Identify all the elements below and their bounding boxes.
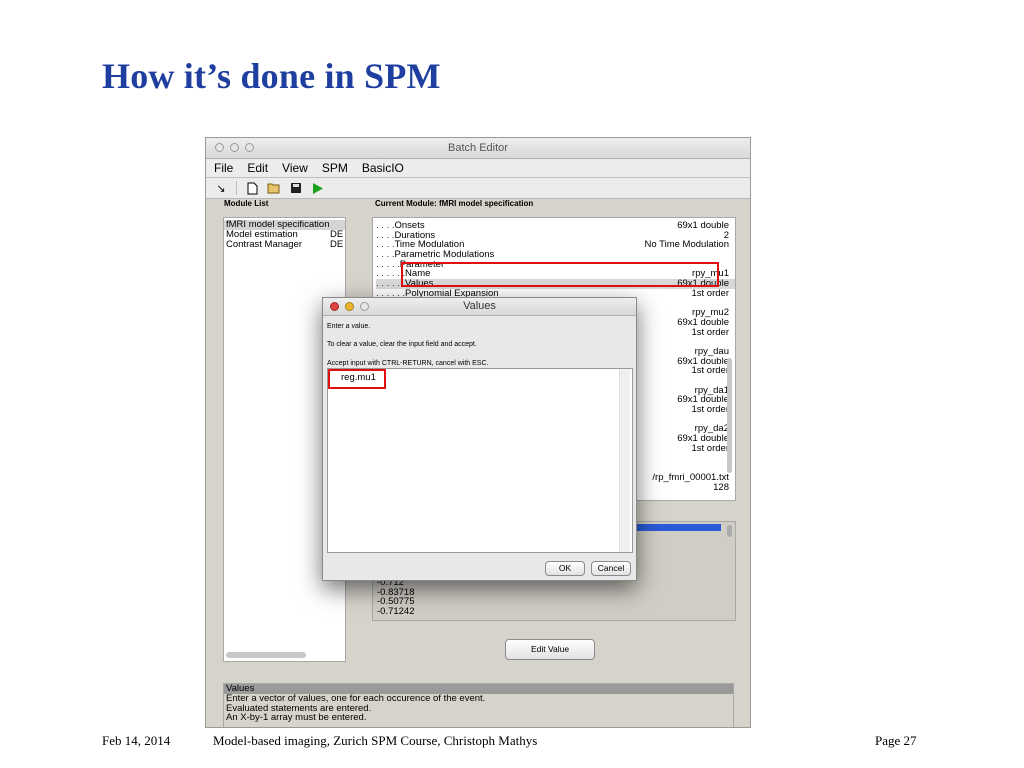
values-dialog-titlebar: Values xyxy=(323,298,636,316)
new-file-icon[interactable] xyxy=(245,181,259,195)
minimize-window-icon[interactable] xyxy=(230,143,239,152)
open-folder-icon[interactable] xyxy=(267,181,281,195)
footer-course: Model-based imaging, Zurich SPM Course, … xyxy=(213,733,538,748)
footer-date: Feb 14, 2014 xyxy=(102,733,171,748)
dialog-title: Values xyxy=(463,300,496,312)
module-tree-scrollbar[interactable] xyxy=(727,358,732,473)
slide-title: How it’s done in SPM xyxy=(102,56,441,96)
current-module-label: Current Module: fMRI model specification xyxy=(375,199,534,208)
window-title: Batch Editor xyxy=(448,142,508,154)
batch-editor-titlebar: Batch Editor xyxy=(206,138,750,159)
ok-button[interactable]: OK xyxy=(545,561,585,576)
toolbar: ↘ xyxy=(206,178,750,199)
arrow-icon[interactable]: ↘ xyxy=(214,181,228,195)
values-numbers: -0.712 -0.83718 -0.50775 -0.71242 xyxy=(377,577,415,617)
footer-page: Page 27 xyxy=(875,733,917,748)
close-window-icon[interactable] xyxy=(215,143,224,152)
values-input-scrollbar[interactable] xyxy=(619,369,630,552)
dialog-instruction-3: Accept input with CTRL-RETURN, cancel wi… xyxy=(327,360,489,367)
menu-basicio[interactable]: BasicIO xyxy=(362,161,404,175)
menu-bar: File Edit View SPM BasicIO xyxy=(206,159,750,178)
save-icon[interactable] xyxy=(289,181,303,195)
zoom-dialog-icon[interactable] xyxy=(360,302,369,311)
dialog-instruction-1: Enter a value. xyxy=(327,323,371,330)
zoom-window-icon[interactable] xyxy=(245,143,254,152)
run-icon[interactable] xyxy=(311,181,325,195)
menu-file[interactable]: File xyxy=(214,161,233,175)
minimize-dialog-icon[interactable] xyxy=(345,302,354,311)
menu-spm[interactable]: SPM xyxy=(322,161,348,175)
menu-edit[interactable]: Edit xyxy=(247,161,268,175)
edit-value-button[interactable]: Edit Value xyxy=(505,639,595,660)
cancel-button[interactable]: Cancel xyxy=(591,561,631,576)
dialog-instruction-2: To clear a value, clear the input field … xyxy=(327,341,477,348)
module-list-label: Module List xyxy=(224,199,269,208)
values-input[interactable]: reg.mu1 xyxy=(327,368,633,553)
highlight-name-values xyxy=(401,262,719,287)
module-list-hscrollbar[interactable] xyxy=(226,652,306,658)
module-item[interactable]: Contrast Manager DE xyxy=(224,240,345,250)
help-panel: Values Enter a vector of values, one for… xyxy=(223,683,734,727)
highlight-input-value xyxy=(328,369,386,389)
values-list-scrollbar[interactable] xyxy=(727,525,732,537)
menu-view[interactable]: View xyxy=(282,161,308,175)
values-dialog: Values Enter a value. To clear a value, … xyxy=(322,297,637,581)
close-dialog-icon[interactable] xyxy=(330,302,339,311)
